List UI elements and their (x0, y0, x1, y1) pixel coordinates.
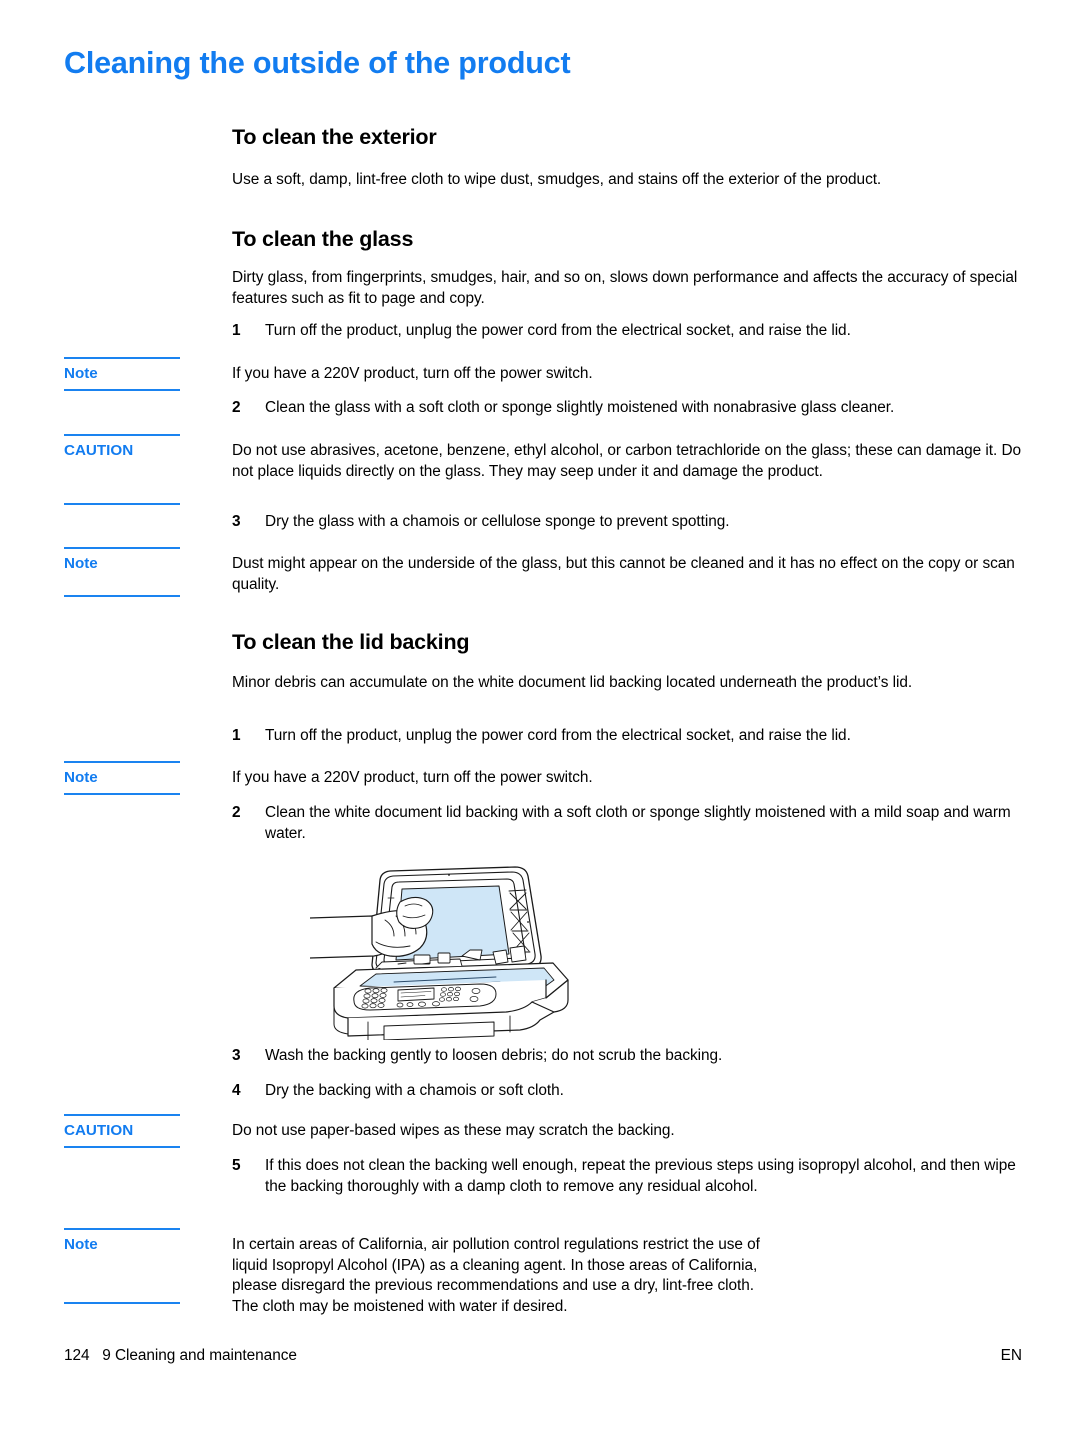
admonition-note-lid-1: Note (64, 761, 180, 795)
step-glass-2: 2 Clean the glass with a soft cloth or s… (232, 398, 1022, 419)
step-text: Clean the white document lid backing wit… (265, 804, 1011, 842)
step-text: Wash the backing gently to loosen debris… (265, 1047, 723, 1064)
step-number: 1 (232, 727, 241, 744)
note-text-glass-1: If you have a 220V product, turn off the… (232, 365, 593, 382)
caution-text-lid-1: Do not use paper-based wipes as these ma… (232, 1122, 675, 1139)
admonition-label: CAUTION (64, 1122, 134, 1139)
step-number: 3 (232, 513, 241, 530)
note-text-glass-2: Dust might appear on the underside of th… (232, 555, 1015, 593)
step-lid-2: 2 Clean the white document lid backing w… (232, 803, 1022, 844)
heading-to-clean-the-lid-backing: To clean the lid backing (232, 630, 470, 654)
paragraph-exterior: Use a soft, damp, lint-free cloth to wip… (232, 171, 882, 188)
step-text: Dry the glass with a chamois or cellulos… (265, 513, 730, 530)
admonition-label: Note (64, 1236, 98, 1253)
step-text: Clean the glass with a soft cloth or spo… (265, 399, 895, 416)
step-glass-3: 3 Dry the glass with a chamois or cellul… (232, 512, 1022, 533)
page-title: Cleaning the outside of the product (64, 46, 571, 80)
step-number: 2 (232, 399, 241, 416)
step-lid-1: 1 Turn off the product, unplug the power… (232, 726, 1022, 747)
printer-illustration-svg (310, 866, 569, 1040)
heading-to-clean-the-exterior: To clean the exterior (232, 125, 437, 149)
note-text-lid-1: If you have a 220V product, turn off the… (232, 769, 593, 786)
admonition-label: Note (64, 555, 98, 572)
step-number: 4 (232, 1082, 241, 1099)
step-number: 1 (232, 322, 241, 339)
step-lid-5: 5 If this does not clean the backing wel… (232, 1156, 1022, 1197)
printer-lid-cleaning-illustration (310, 860, 580, 1040)
step-lid-3: 3 Wash the backing gently to loosen debr… (232, 1046, 1022, 1067)
step-glass-1: 1 Turn off the product, unplug the power… (232, 321, 1022, 342)
lid-hinge-dot (527, 921, 529, 923)
lcd-display (397, 987, 435, 1002)
cleaning-cloth (396, 896, 434, 929)
admonition-caution-glass-1: CAUTION (64, 434, 180, 505)
admonition-note-lid-2: Note (64, 1228, 180, 1304)
paragraph-glass-intro: Dirty glass, from fingerprints, smudges,… (232, 269, 1018, 307)
admonition-label: CAUTION (64, 442, 134, 459)
step-number: 2 (232, 804, 241, 821)
step-text: Dry the backing with a chamois or soft c… (265, 1082, 564, 1099)
lid-screw-dot (448, 874, 450, 876)
admonition-note-glass-2: Note (64, 547, 180, 597)
note-line-4: The cloth may be moistened with water if… (232, 1297, 568, 1315)
admonition-caution-lid-1: CAUTION (64, 1114, 180, 1148)
heading-to-clean-the-glass: To clean the glass (232, 227, 414, 251)
caution-text-glass-1: Do not use abrasives, acetone, benzene, … (232, 442, 1022, 480)
step-text: Turn off the product, unplug the power c… (265, 322, 851, 339)
step-lid-4: 4 Dry the backing with a chamois or soft… (232, 1081, 1022, 1102)
admonition-note-glass-1: Note (64, 357, 180, 391)
document-page: Cleaning the outside of the product To c… (0, 0, 1080, 1438)
footer-language: EN (1000, 1347, 1022, 1364)
admonition-label: Note (64, 769, 98, 786)
admonition-label: Note (64, 365, 98, 382)
step-number: 3 (232, 1047, 241, 1064)
paragraph-lid-backing-intro: Minor debris can accumulate on the white… (232, 674, 913, 691)
step-text: Turn off the product, unplug the power c… (265, 727, 851, 744)
note-line-2: liquid Isopropyl Alcohol (IPA) as a clea… (232, 1256, 758, 1274)
step-number: 5 (232, 1157, 241, 1174)
note-line-3: please disregard the previous recommenda… (232, 1277, 754, 1295)
note-line-1: In certain areas of California, air poll… (232, 1236, 760, 1253)
step-text: If this does not clean the backing well … (265, 1157, 1016, 1195)
note-text-lid-2: In certain areas of California, air poll… (232, 1235, 1022, 1317)
